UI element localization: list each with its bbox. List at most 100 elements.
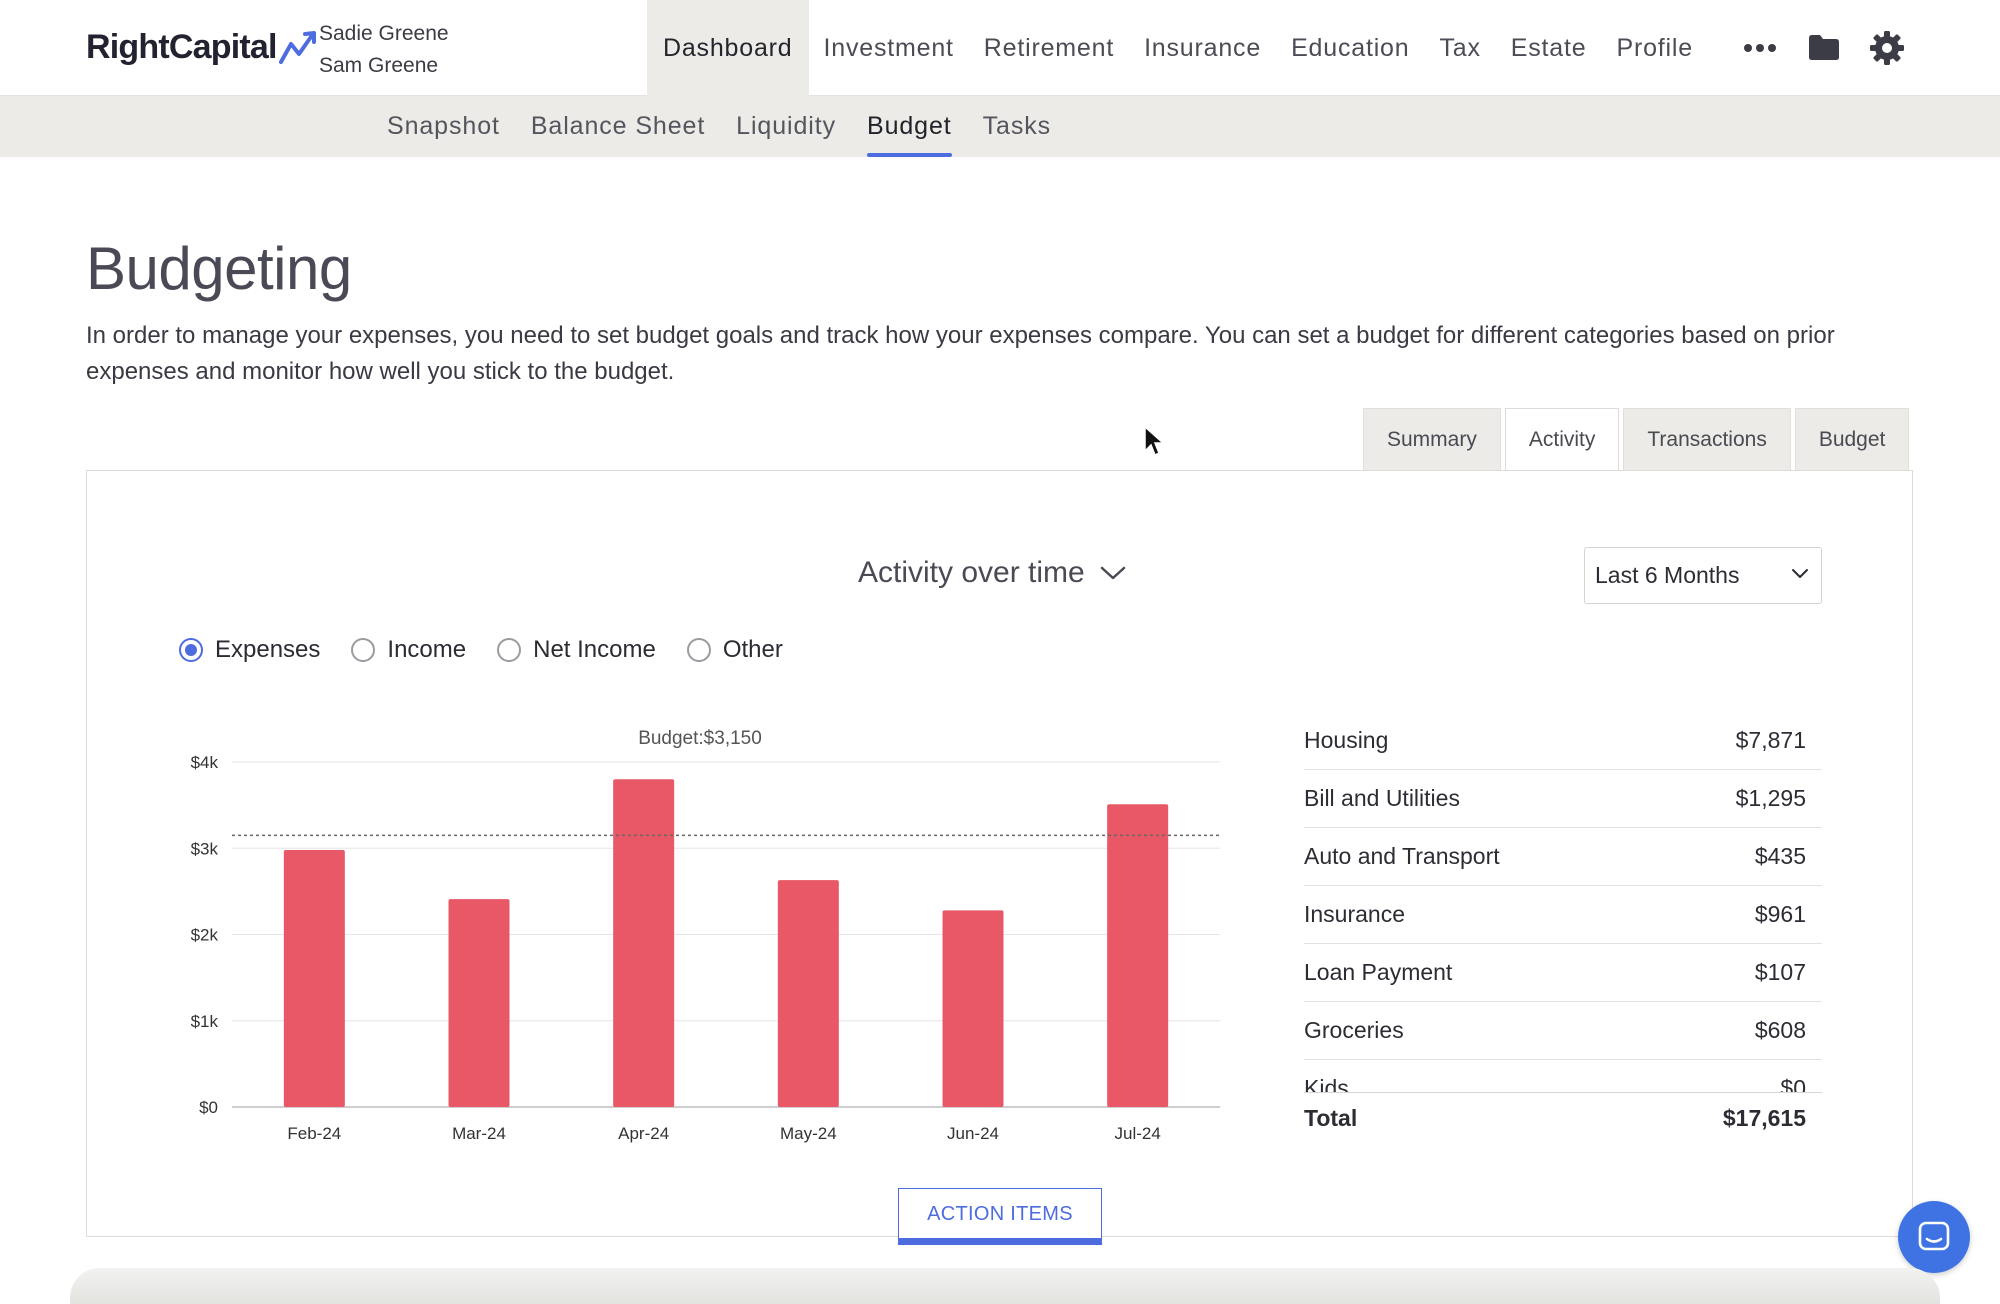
radio-button[interactable] [497, 638, 522, 662]
category-row: Housing $7,871 [1304, 712, 1822, 770]
nav-insurance[interactable]: Insurance [1129, 0, 1276, 96]
x-tick-label: Apr-24 [618, 1124, 669, 1143]
category-amount: $7,871 [1735, 727, 1806, 753]
top-bar: RightCapital Sadie Greene Sam Greene Das… [0, 0, 2000, 96]
category-total-row: Total $17,615 [1304, 1092, 1822, 1144]
nav-investment[interactable]: Investment [809, 0, 969, 96]
radio-button[interactable] [179, 638, 203, 662]
bar [942, 910, 1004, 1107]
category-row: Bill and Utilities $1,295 [1304, 770, 1822, 828]
chevron-down-icon [1792, 569, 1808, 578]
bar [613, 779, 675, 1107]
category-amount: $608 [1754, 1017, 1806, 1043]
radio-button[interactable] [351, 638, 376, 662]
category-name: Kids [1304, 1075, 1349, 1092]
category-row: Auto and Transport $435 [1304, 828, 1822, 886]
tab-budget[interactable]: Budget [1794, 408, 1910, 470]
nav-dashboard[interactable]: Dashboard [647, 0, 809, 96]
category-amount: $107 [1754, 959, 1806, 985]
nav-retirement[interactable]: Retirement [969, 0, 1129, 96]
sub-nav: Snapshot Balance Sheet Liquidity Budget … [0, 96, 2000, 157]
radio-net-income[interactable]: Net Income [497, 636, 656, 664]
category-row: Groceries $608 [1304, 1002, 1822, 1060]
view-tabs: Summary Activity Transactions Budget [1363, 408, 1910, 471]
bottom-edge [70, 1268, 1940, 1304]
radio-other[interactable]: Other [686, 636, 783, 664]
client-name-2: Sam Greene [319, 54, 439, 77]
radio-expenses[interactable]: Expenses [179, 636, 320, 664]
category-row: Insurance $961 [1304, 886, 1822, 944]
bar [1107, 804, 1169, 1107]
category-name: Bill and Utilities [1304, 785, 1460, 811]
client-names: Sadie Greene Sam Greene [319, 18, 449, 82]
subnav-tasks[interactable]: Tasks [983, 96, 1051, 157]
logo-text: RightCapital [86, 28, 277, 66]
bar [283, 849, 345, 1107]
subnav-liquidity[interactable]: Liquidity [736, 96, 836, 157]
tab-activity[interactable]: Activity [1504, 408, 1620, 471]
total-label: Total [1304, 1105, 1358, 1131]
radio-label: Other [722, 636, 783, 663]
rightcapital-logo[interactable]: RightCapital [86, 28, 319, 67]
page-title: Budgeting [86, 235, 352, 302]
subnav-snapshot[interactable]: Snapshot [387, 96, 500, 157]
radio-income[interactable]: Income [351, 636, 466, 664]
period-select-value: Last 6 Months [1595, 562, 1740, 588]
radio-button[interactable] [686, 638, 711, 662]
category-amount: $435 [1754, 843, 1806, 869]
period-select[interactable]: Last 6 Months [1584, 547, 1822, 604]
logo-arrow-icon [278, 30, 316, 64]
x-tick-label: Jul-24 [1115, 1124, 1161, 1143]
y-tick-label: $4k [191, 753, 219, 772]
category-name: Loan Payment [1304, 959, 1453, 985]
activity-title: Activity over time [858, 556, 1085, 589]
y-tick-label: $3k [191, 839, 219, 858]
chevron-down-icon [1100, 566, 1125, 580]
more-icon[interactable] [1742, 36, 1778, 60]
chat-icon [1918, 1221, 1950, 1251]
bar [777, 880, 839, 1107]
x-tick-label: Feb-24 [287, 1124, 341, 1143]
main-nav: Dashboard Investment Retirement Insuranc… [647, 0, 1708, 96]
radio-label: Expenses [215, 636, 321, 663]
category-name: Auto and Transport [1304, 843, 1500, 869]
x-tick-label: May-24 [780, 1124, 837, 1143]
y-tick-label: $1k [191, 1012, 219, 1031]
category-name: Insurance [1304, 901, 1406, 927]
page-description: In order to manage your expenses, you ne… [86, 322, 1835, 385]
activity-view-dropdown[interactable]: Activity over time [858, 556, 1127, 590]
tab-summary[interactable]: Summary [1363, 408, 1501, 470]
x-tick-label: Mar-24 [452, 1124, 506, 1143]
tab-transactions[interactable]: Transactions [1623, 408, 1791, 470]
category-amount: $1,295 [1735, 785, 1806, 811]
action-items-button[interactable]: ACTION ITEMS [898, 1188, 1102, 1245]
activity-type-radios: Expenses Income Net Income Other [179, 636, 814, 664]
bar [448, 899, 510, 1107]
radio-label: Net Income [533, 636, 656, 663]
budget-label: Budget:$3,150 [638, 728, 762, 749]
mouse-cursor-icon [1144, 425, 1165, 457]
category-amount: $0 [1780, 1075, 1806, 1092]
subnav-budget[interactable]: Budget [867, 96, 952, 157]
category-name: Groceries [1304, 1017, 1404, 1043]
expenses-bar-chart: $0 $1k $2k $3k $4k Feb-24 Mar-24 Apr-24 May-24 Ju… [191, 728, 1220, 1143]
radio-label: Income [387, 636, 467, 663]
category-table: Housing $7,871 Bill and Utilities $1,295 Aut… [1304, 712, 1822, 1144]
category-row: Kids $0 [1304, 1060, 1822, 1092]
category-name: Housing [1304, 727, 1389, 753]
y-tick-label: $0 [199, 1098, 218, 1117]
nav-education[interactable]: Education [1276, 0, 1424, 96]
x-tick-label: Jun-24 [947, 1124, 999, 1143]
subnav-balance-sheet[interactable]: Balance Sheet [531, 96, 705, 157]
category-amount: $961 [1754, 901, 1806, 927]
category-row: Loan Payment $107 [1304, 944, 1822, 1002]
folder-icon[interactable] [1807, 32, 1841, 62]
chat-launcher-button[interactable] [1898, 1201, 1970, 1273]
y-tick-label: $2k [191, 926, 219, 945]
nav-profile[interactable]: Profile [1601, 0, 1707, 96]
nav-tax[interactable]: Tax [1424, 0, 1495, 96]
gear-icon[interactable] [1869, 30, 1905, 66]
nav-estate[interactable]: Estate [1496, 0, 1602, 96]
client-name-1: Sadie Greene [319, 22, 449, 45]
category-list[interactable]: Housing $7,871 Bill and Utilities $1,295 Aut… [1304, 712, 1822, 1092]
